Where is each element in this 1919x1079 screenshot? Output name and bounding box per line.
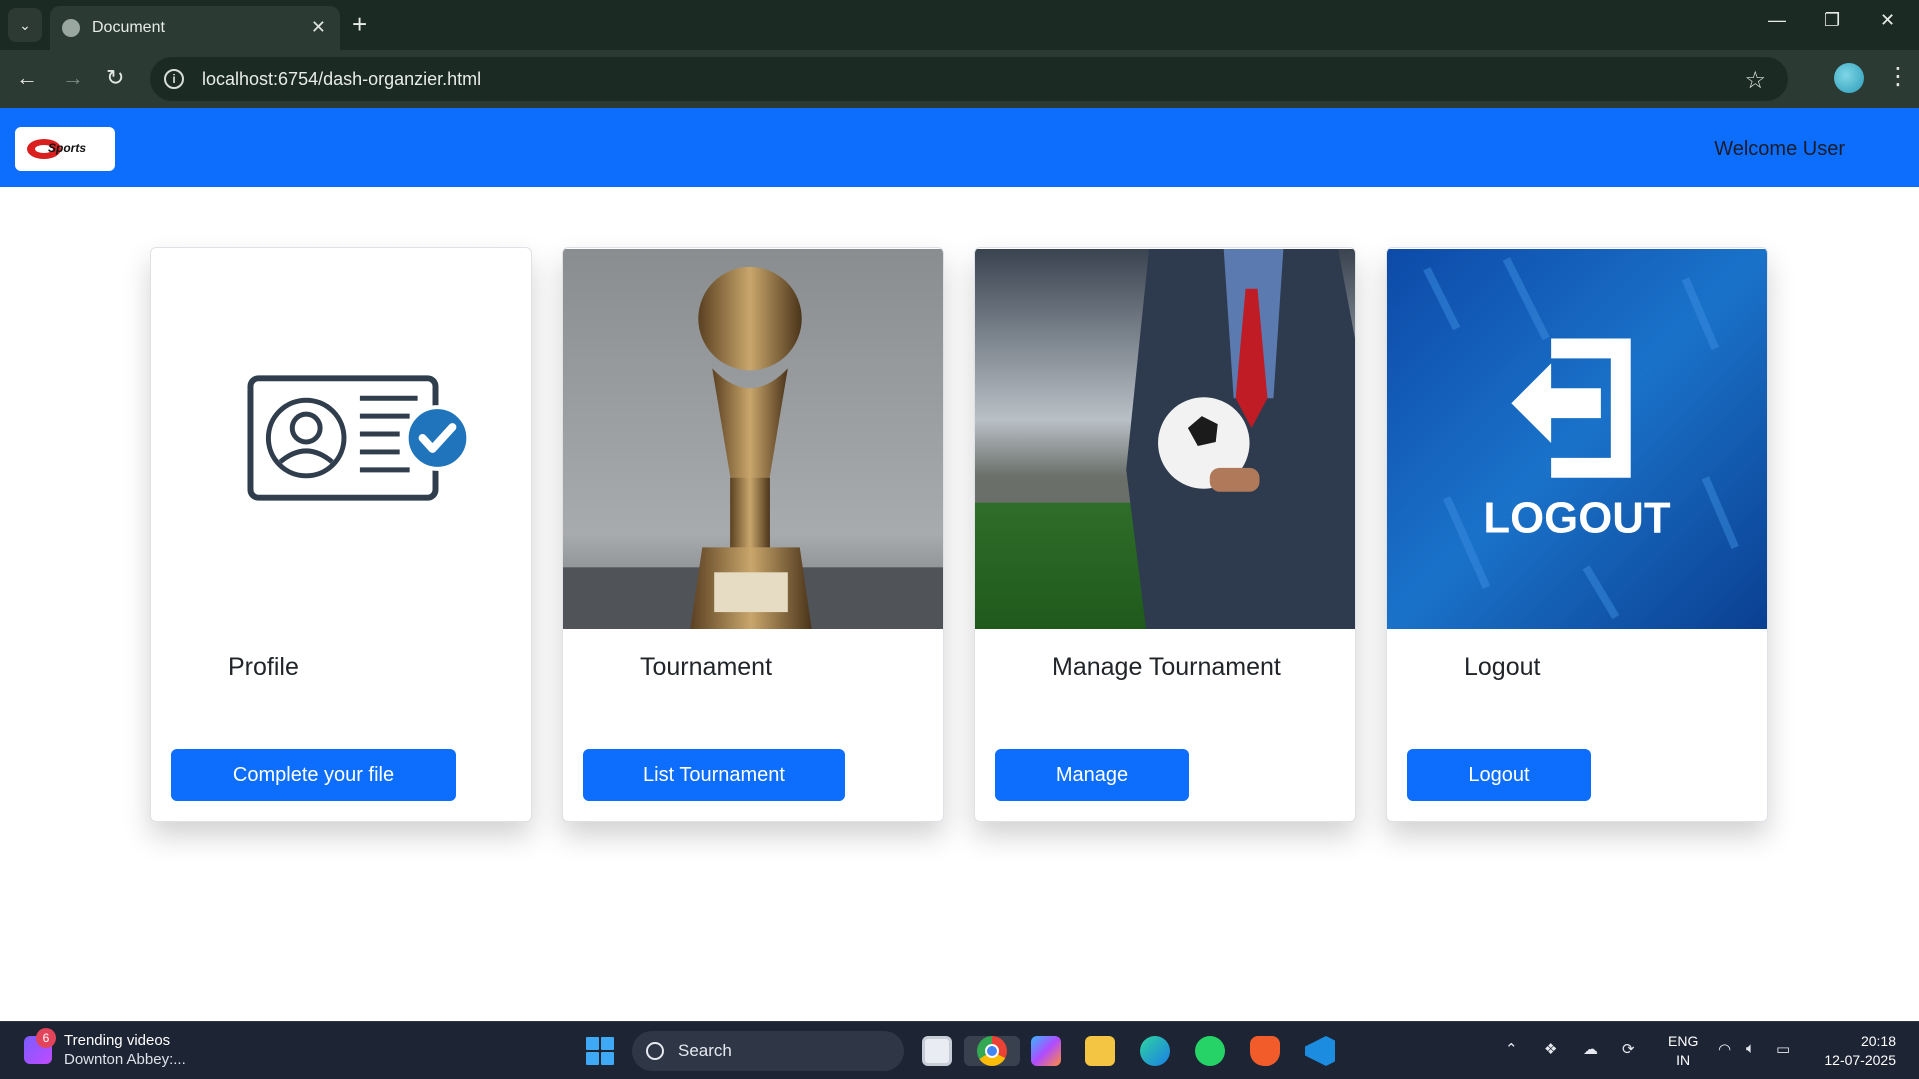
svg-text:Sports: Sports <box>48 141 86 155</box>
language-indicator[interactable]: ENG IN <box>1668 1032 1698 1070</box>
trophy-photo <box>563 249 943 629</box>
welcome-text: Welcome User <box>1714 138 1845 160</box>
file-explorer-icon[interactable] <box>1085 1036 1115 1066</box>
close-window-button[interactable]: ✕ <box>1880 10 1895 31</box>
manager-with-ball-photo <box>975 249 1355 629</box>
dropbox-icon[interactable]: ❖ <box>1544 1040 1557 1058</box>
card-profile: Profile Complete your file <box>150 247 532 822</box>
chrome-app-button[interactable] <box>964 1036 1020 1066</box>
brave-icon[interactable] <box>1250 1036 1280 1066</box>
wifi-icon[interactable]: ◠ <box>1718 1040 1731 1058</box>
taskbar-search[interactable]: Search <box>632 1031 904 1071</box>
site-info-icon[interactable]: i <box>164 69 184 89</box>
logout-sign-image: LOGOUT <box>1387 249 1767 629</box>
card-title: Tournament <box>640 653 773 681</box>
browser-toolbar: ← → ↻ i localhost:6754/dash-organzier.ht… <box>0 50 1919 108</box>
sync-icon[interactable]: ⟳ <box>1622 1040 1635 1058</box>
sports-logo-icon: Sports <box>27 139 86 159</box>
back-arrow-icon[interactable]: ← <box>16 64 38 92</box>
profile-avatar-icon[interactable] <box>1834 63 1864 93</box>
system-clock[interactable]: 20:18 12-07-2025 <box>1818 1032 1896 1070</box>
reload-icon[interactable]: ↻ <box>106 64 124 92</box>
notification-badge: 6 <box>36 1028 56 1048</box>
widget-subtitle: Downton Abbey:... <box>64 1051 186 1068</box>
card-logout: LOGOUT Logout Logout <box>1386 247 1768 822</box>
svg-text:LOGOUT: LOGOUT <box>1483 494 1670 543</box>
search-icon <box>646 1042 664 1060</box>
onedrive-icon[interactable]: ☁ <box>1583 1040 1598 1058</box>
browser-tab-bar: ⌄ Document ✕ + — ❐ ✕ <box>0 0 1919 50</box>
card-tournament: Tournament List Tournament <box>562 247 944 822</box>
widget-title: Trending videos <box>64 1032 171 1049</box>
browser-menu-icon[interactable]: ⋮ <box>1886 62 1910 92</box>
show-hidden-icons-chevron-icon[interactable]: ⌃ <box>1505 1040 1518 1058</box>
vscode-icon[interactable] <box>1305 1036 1335 1066</box>
profile-id-card-icon <box>151 249 531 629</box>
minimize-button[interactable]: — <box>1768 10 1786 31</box>
edge-icon[interactable] <box>1140 1036 1170 1066</box>
manage-button[interactable]: Manage <box>995 749 1189 801</box>
battery-icon[interactable]: ▭ <box>1776 1040 1790 1058</box>
site-navbar: Sports Welcome User <box>0 108 1919 187</box>
search-label: Search <box>678 1041 732 1060</box>
tab-close-icon[interactable]: ✕ <box>311 17 326 38</box>
task-view-icon[interactable] <box>922 1036 952 1066</box>
windows-taskbar: 6 Trending videos Downton Abbey:... Sear… <box>0 1021 1919 1079</box>
card-title: Manage Tournament <box>1052 653 1281 681</box>
widgets-icon: 6 <box>24 1028 56 1064</box>
url-text: localhost:6754/dash-organzier.html <box>202 68 482 89</box>
forward-arrow-icon[interactable]: → <box>62 64 84 92</box>
widgets-news[interactable]: 6 Trending videos Downton Abbey:... <box>24 1028 186 1069</box>
complete-profile-button[interactable]: Complete your file <box>171 749 456 801</box>
browser-tab[interactable]: Document ✕ <box>50 6 340 50</box>
card-title: Profile <box>228 653 299 681</box>
windows-start-icon[interactable] <box>586 1037 614 1065</box>
card-manage-tournament: Manage Tournament Manage <box>974 247 1356 822</box>
new-tab-button[interactable]: + <box>352 11 367 37</box>
sports-logo[interactable]: Sports <box>15 127 115 171</box>
dashboard-cards: Profile Complete your file Tournament Li… <box>150 247 1768 822</box>
list-tournament-button[interactable]: List Tournament <box>583 749 845 801</box>
card-title: Logout <box>1464 653 1541 681</box>
restore-button[interactable]: ❐ <box>1824 10 1840 31</box>
tab-title: Document <box>92 19 165 36</box>
address-bar[interactable]: i localhost:6754/dash-organzier.html ☆ <box>150 57 1788 101</box>
copilot-icon[interactable] <box>1031 1036 1061 1066</box>
tab-search-chevron-icon[interactable]: ⌄ <box>8 8 42 42</box>
globe-icon <box>62 19 80 37</box>
whatsapp-icon[interactable] <box>1195 1036 1225 1066</box>
bookmark-star-icon[interactable]: ☆ <box>1744 66 1766 95</box>
volume-icon[interactable]: 🔈︎ <box>1746 1040 1755 1057</box>
logout-button[interactable]: Logout <box>1407 749 1591 801</box>
